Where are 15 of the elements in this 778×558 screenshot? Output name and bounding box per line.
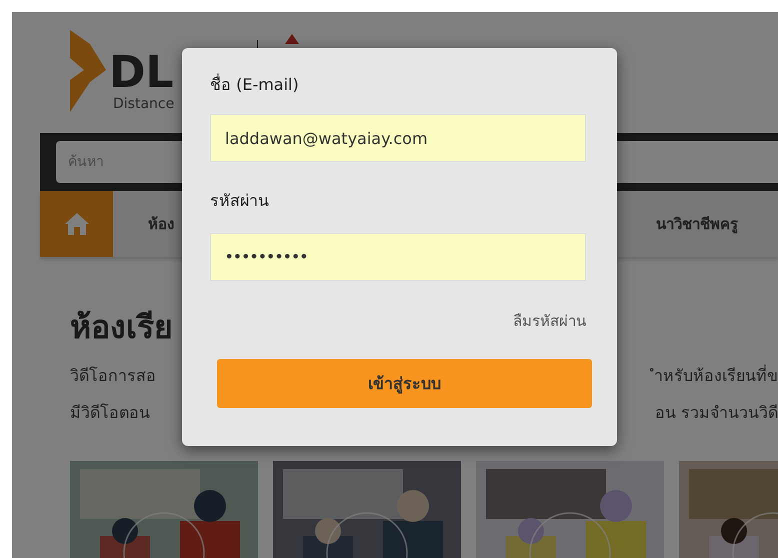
logo-subtitle: Distance: [113, 96, 174, 112]
email-field[interactable]: laddawan@watyaiay.com: [210, 114, 586, 162]
section-title: ห้องเรีย: [70, 307, 173, 347]
description-text: วิดีโอการสอ: [70, 365, 156, 387]
nav-tab[interactable]: ห้อง: [148, 204, 174, 244]
login-button[interactable]: เข้าสู่ระบบ: [217, 359, 592, 408]
description-text: ำหรับห้องเรียนที่ข: [648, 364, 778, 388]
logo-text: DL: [109, 50, 174, 96]
password-label: รหัสผ่าน: [210, 190, 269, 212]
password-field[interactable]: ••••••••••: [210, 233, 586, 281]
forgot-password-link[interactable]: ลืมรหัสผ่าน: [513, 309, 586, 333]
nav-tab[interactable]: นาวิชาชีพครู: [656, 204, 738, 244]
email-label: ชื่อ (E-mail): [210, 72, 299, 96]
description-text: อน รวมจำนวนวิดี: [654, 402, 778, 424]
description-text: มีวิดีโอตอน: [70, 402, 150, 424]
